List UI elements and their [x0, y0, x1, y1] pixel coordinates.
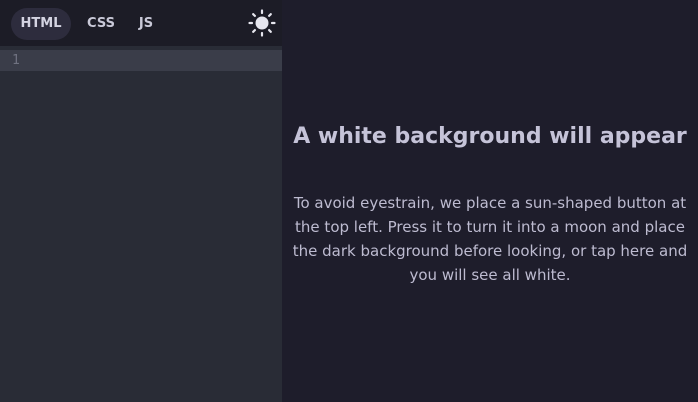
active-line-highlight	[0, 50, 282, 71]
preview-message[interactable]: To avoid eyestrain, we place a sun-shape…	[282, 191, 698, 287]
code-editor[interactable]: 1	[0, 46, 282, 402]
editor-tab-bar: HTML CSS JS	[0, 0, 282, 46]
tab-js[interactable]: JS	[131, 8, 161, 40]
sun-icon	[248, 9, 276, 37]
tab-html[interactable]: HTML	[11, 8, 71, 40]
app-window: HTML CSS JS 1 A white background will ap…	[0, 0, 698, 402]
preview-title: A white background will appear	[293, 124, 687, 149]
theme-toggle-button[interactable]	[248, 9, 276, 37]
tab-css[interactable]: CSS	[80, 8, 122, 40]
preview-pane[interactable]: A white background will appear To avoid …	[282, 0, 698, 402]
line-number: 1	[12, 53, 20, 68]
